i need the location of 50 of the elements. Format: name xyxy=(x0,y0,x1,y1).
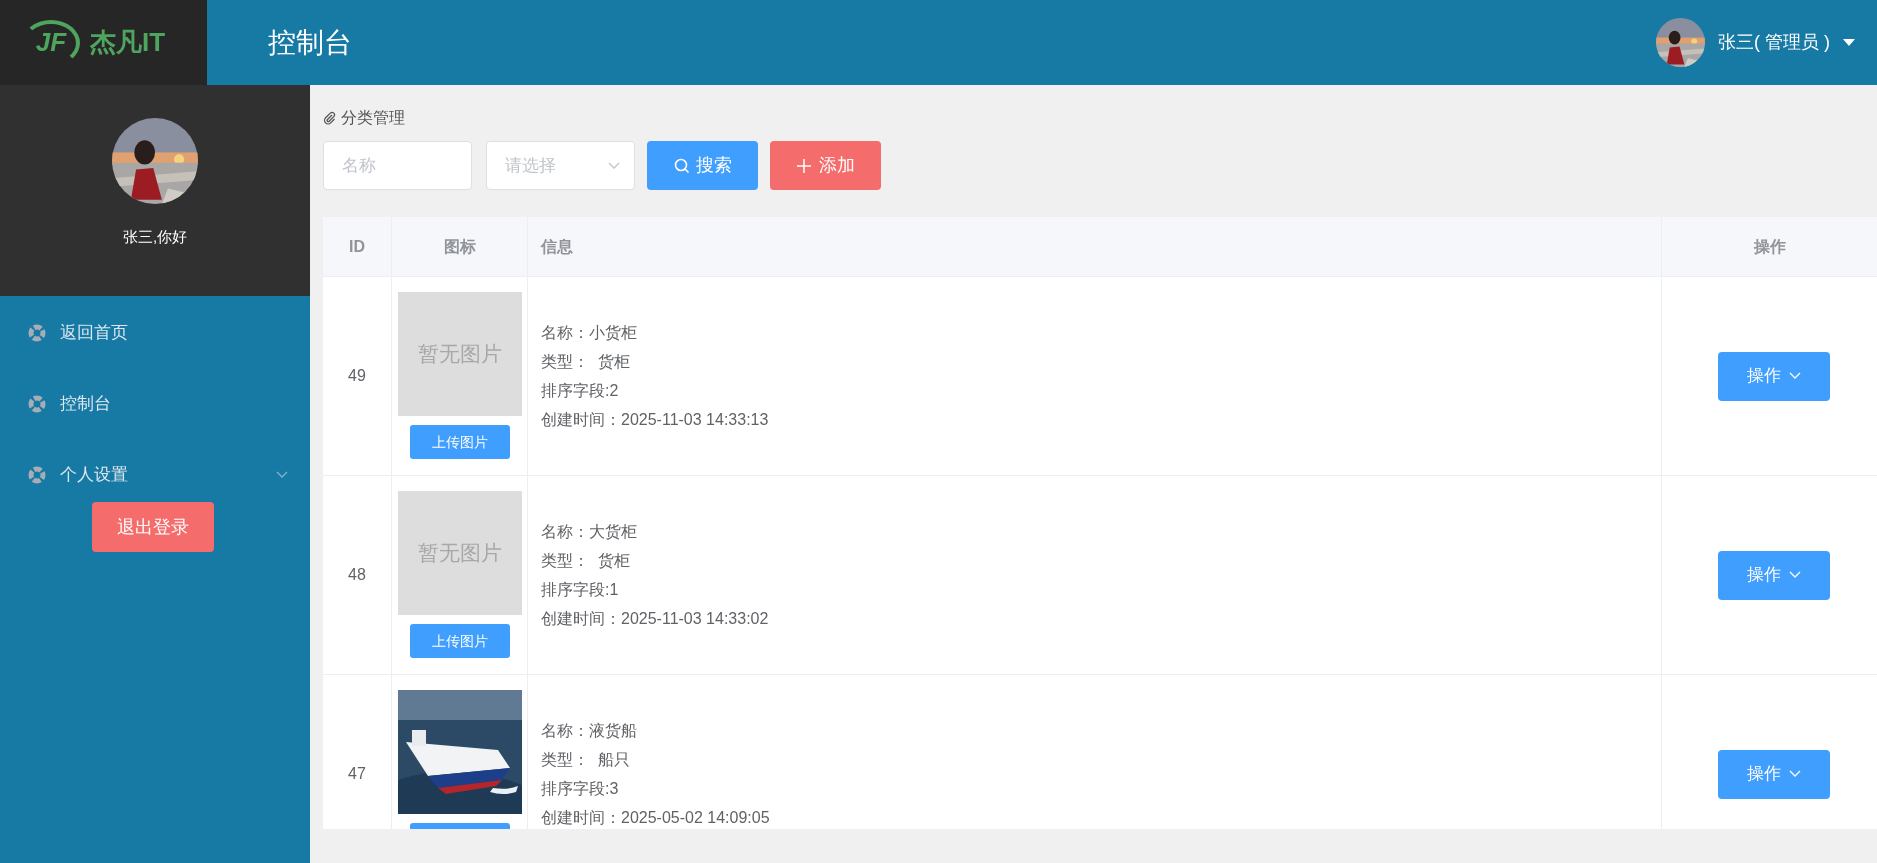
chevron-down-icon xyxy=(1789,571,1801,579)
logo-text: 杰凡IT xyxy=(90,26,166,59)
menu-item[interactable]: 返回首页 xyxy=(0,297,310,368)
action-dropdown-button[interactable]: 操作 xyxy=(1718,749,1830,799)
info-text: 创建时间：2025-11-03 14:33:02 xyxy=(541,609,770,629)
action-dropdown-button[interactable]: 操作 xyxy=(1718,351,1830,401)
action-dropdown-button[interactable]: 操作 xyxy=(1718,550,1830,600)
id-cell: 49 xyxy=(323,277,392,475)
info-text: 名称：大货柜 xyxy=(541,522,638,542)
info-text: 创建时间：2025-05-02 14:09:05 xyxy=(541,808,771,828)
type-select[interactable]: 请选择 xyxy=(486,141,635,190)
chevron-down-icon xyxy=(276,470,288,479)
paperclip-icon xyxy=(323,111,337,125)
logo-mark[interactable]: JF xyxy=(22,19,80,66)
logout-button[interactable]: 退出登录 xyxy=(92,502,214,552)
upload-button[interactable]: 上传图片 xyxy=(409,425,510,459)
column-header: 信息 xyxy=(539,236,574,257)
info-text: 排序字段:1 xyxy=(541,580,620,600)
column-header: 图标 xyxy=(392,217,528,276)
greeting-text: 张三,你好 xyxy=(122,227,188,247)
id-cell: 47 xyxy=(323,675,392,829)
name-input-field[interactable]: 名称 xyxy=(323,141,472,190)
info-text: 类型： 货柜 xyxy=(541,551,631,571)
add-button[interactable]: 添加 xyxy=(770,141,881,190)
upload-button[interactable]: 上传图片 xyxy=(409,624,510,658)
chevron-down-icon xyxy=(608,161,620,170)
plus-icon xyxy=(796,158,811,173)
id-cell: 48 xyxy=(323,476,392,674)
info-text: 名称：小货柜 xyxy=(541,323,638,343)
page-title: 控制台 xyxy=(268,25,352,60)
user-menu[interactable]: 张三( 管理员 ) xyxy=(1718,29,1830,56)
user-avatar[interactable] xyxy=(1656,18,1705,67)
lifebuoy-icon xyxy=(28,323,46,342)
info-text: 创建时间：2025-11-03 14:33:13 xyxy=(541,410,770,430)
info-text: 类型： 货柜 xyxy=(541,352,631,372)
caret-down-icon xyxy=(1843,38,1855,47)
search-icon xyxy=(673,157,690,174)
info-text: 名称：液货船 xyxy=(541,721,638,741)
menu-item[interactable]: 控制台 xyxy=(0,368,310,439)
lifebuoy-icon xyxy=(28,394,46,413)
chevron-down-icon xyxy=(1789,770,1801,778)
breadcrumb-text: 分类管理 xyxy=(341,108,405,128)
chevron-down-icon xyxy=(1789,372,1801,380)
column-header: ID xyxy=(323,217,392,276)
column-header: 操作 xyxy=(1661,217,1877,276)
info-text: 类型： 船只 xyxy=(541,750,631,770)
search-button[interactable]: 搜索 xyxy=(647,141,758,190)
info-text: 排序字段:2 xyxy=(541,381,620,401)
lifebuoy-icon xyxy=(28,465,46,484)
info-text: 排序字段:3 xyxy=(541,779,620,799)
